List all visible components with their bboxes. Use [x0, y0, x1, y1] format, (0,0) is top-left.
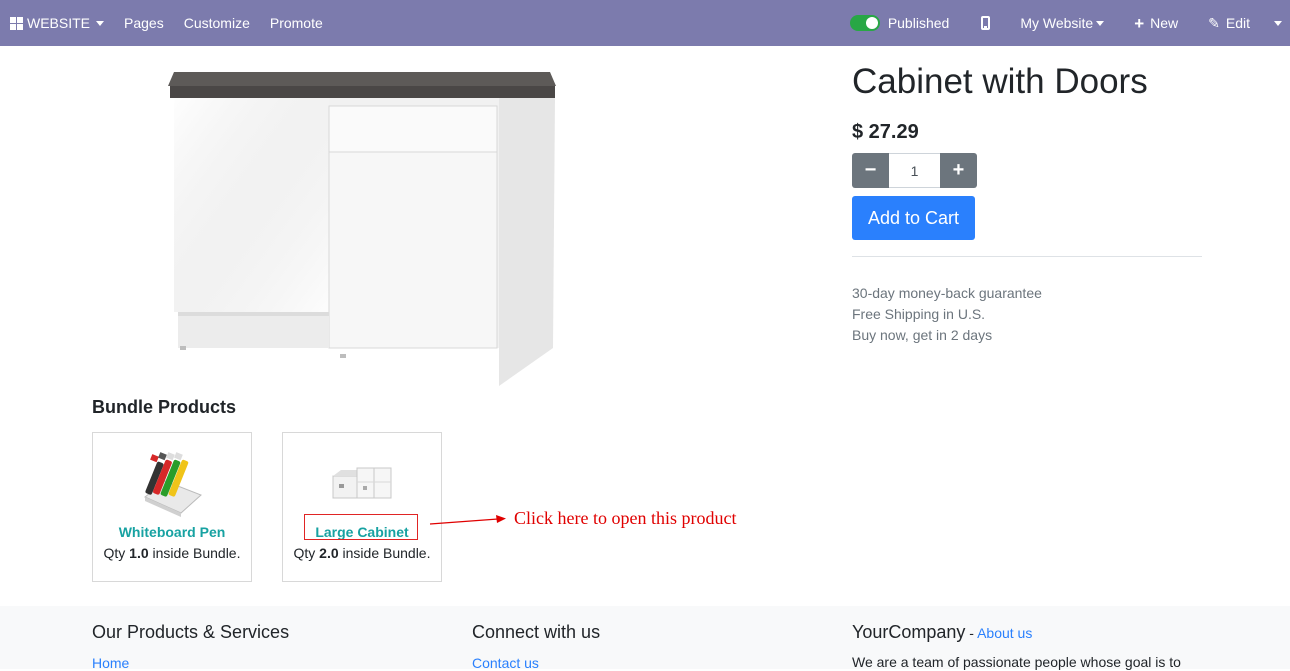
edit-button[interactable]: ✎ Edit [1198, 0, 1262, 46]
footer-column-products: Our Products & Services Home [92, 622, 289, 671]
footer: Our Products & Services Home Connect wit… [0, 606, 1290, 671]
quantity-decrease-button[interactable]: − [852, 153, 889, 188]
my-website-label: My Website [1020, 15, 1094, 31]
whiteboard-pen-image [144, 452, 202, 517]
footer-heading-connect: Connect with us [472, 622, 601, 642]
footer-link-about-us[interactable]: About us [977, 625, 1032, 641]
mobile-preview-button[interactable] [969, 0, 1010, 46]
caret-down-icon [96, 20, 105, 26]
product-image-cabinet [168, 72, 556, 386]
new-label: New [1150, 15, 1179, 31]
caret-down-icon [1096, 20, 1105, 26]
bundle-product-link-whiteboard-pen[interactable]: Whiteboard Pen [93, 524, 251, 540]
product-perks: 30-day money-back guarantee Free Shippin… [852, 283, 1042, 346]
bundle-heading: Bundle Products [92, 397, 237, 417]
caret-down-icon [1274, 20, 1282, 26]
published-label: Published [887, 15, 950, 31]
footer-column-company: YourCompany - About us We are a team of … [852, 622, 1181, 670]
quantity-stepper: − + [852, 153, 977, 188]
new-button[interactable]: + New [1124, 0, 1198, 46]
website-menu-button[interactable]: WEBSITE [0, 0, 114, 46]
pencil-icon: ✎ [1208, 14, 1220, 31]
footer-heading-products: Our Products & Services [92, 622, 290, 642]
perk-free-shipping: Free Shipping in U.S. [852, 306, 986, 322]
perk-fast-delivery: Buy now, get in 2 days [852, 327, 993, 343]
large-cabinet-image [332, 467, 392, 499]
annotation-arrow-icon [429, 515, 506, 525]
edit-options-dropdown[interactable] [1262, 0, 1290, 46]
quantity-input[interactable] [889, 153, 940, 188]
annotation-highlight-box [304, 514, 418, 540]
perk-money-back: 30-day money-back guarantee [852, 285, 1042, 301]
my-website-menu[interactable]: My Website [1010, 0, 1124, 46]
bundle-qty-text: Qty 1.0 inside Bundle. [103, 545, 241, 561]
footer-heading-company: YourCompany - About us [852, 622, 1033, 642]
plus-icon: + [1134, 13, 1145, 33]
quantity-increase-button[interactable]: + [940, 153, 977, 188]
website-top-bar: WEBSITE Pages Customize Promote Publishe… [0, 0, 1290, 46]
bundle-qty-text: Qty 2.0 inside Bundle. [293, 545, 431, 561]
annotation-text: Click here to open this product [514, 508, 737, 528]
minus-icon: − [864, 159, 877, 181]
published-toggle[interactable]: Published [840, 0, 970, 46]
product-price: $ 27.29 [852, 121, 919, 143]
promote-menu[interactable]: Promote [260, 0, 333, 46]
product-title: Cabinet with Doors [852, 62, 1148, 101]
bundle-card: Large Cabinet Qty 2.0 inside Bundle. [282, 432, 442, 582]
edit-label: Edit [1225, 15, 1250, 31]
add-to-cart-button[interactable]: Add to Cart [852, 196, 975, 240]
mobile-phone-icon [981, 16, 991, 30]
apps-grid-icon [10, 16, 23, 30]
toggle-switch-icon [849, 15, 880, 31]
customize-menu[interactable]: Customize [174, 0, 260, 46]
website-menu-label: WEBSITE [27, 15, 91, 31]
divider [852, 256, 1202, 257]
footer-company-description: We are a team of passionate people whose… [852, 654, 1181, 670]
footer-column-connect: Connect with us Contact us [472, 622, 600, 671]
bundle-card: Whiteboard Pen Qty 1.0 inside Bundle. [92, 432, 252, 582]
plus-icon: + [952, 159, 965, 181]
pages-menu[interactable]: Pages [114, 0, 174, 46]
